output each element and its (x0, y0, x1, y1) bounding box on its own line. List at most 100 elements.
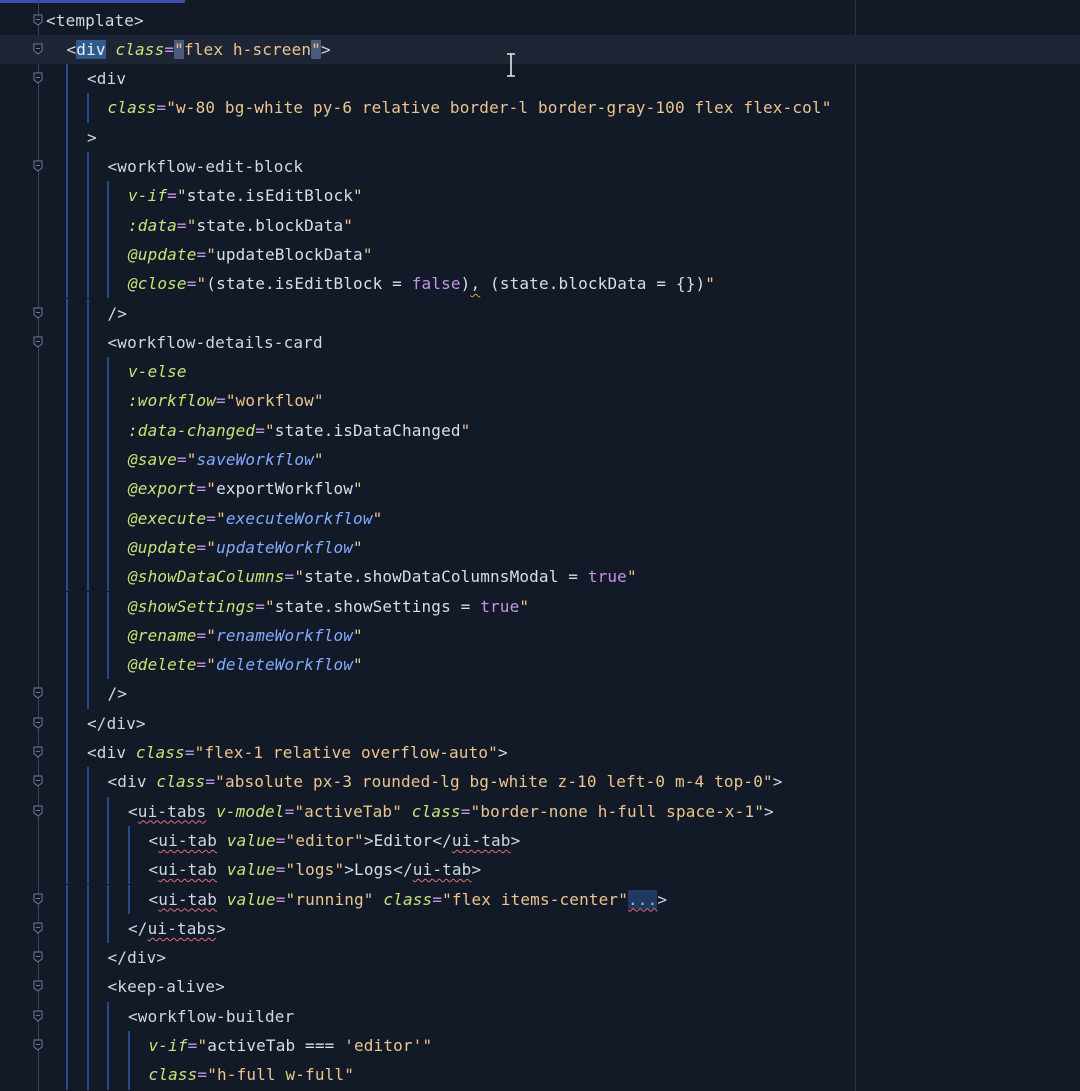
code-token: < (66, 39, 77, 59)
code-token: :data (128, 215, 177, 235)
fold-end-icon[interactable] (32, 951, 44, 963)
code-line[interactable]: @execute="executeWorkflow" (0, 503, 1080, 533)
code-line[interactable]: /> (0, 679, 1080, 709)
code-line[interactable]: @rename="renameWorkflow" (0, 620, 1080, 651)
code-line[interactable]: /> (0, 298, 1080, 328)
code-token: " (353, 655, 363, 675)
code-line[interactable]: class="h-full w-full" (0, 1060, 1080, 1090)
code-line[interactable]: :workflow="workflow" (0, 386, 1080, 416)
code-token: = (255, 596, 265, 616)
code-token: = (186, 274, 197, 294)
code-line[interactable]: </div> (0, 943, 1080, 973)
indent-guide (66, 122, 68, 152)
code-token: value (226, 889, 276, 909)
code-token: ... (628, 889, 658, 909)
code-token: " (197, 1036, 208, 1055)
indent-guide (66, 796, 68, 826)
fold-end-icon[interactable] (32, 14, 44, 26)
code-text: <keep-alive> (108, 972, 225, 1001)
indent-guide (127, 855, 130, 885)
indent-guide (86, 181, 89, 211)
code-line[interactable]: <div class="flex-1 relative overflow-aut… (0, 738, 1080, 768)
code-line[interactable]: v-if="state.isEditBlock" (0, 181, 1080, 211)
code-token: " (215, 772, 225, 792)
code-editor[interactable]: <template> <div class="flex h-screen"> <di… (0, 0, 1080, 1091)
fold-end-icon[interactable] (32, 1039, 44, 1051)
indent-guide (107, 650, 109, 680)
code-token: h-full w-full (217, 1065, 345, 1085)
code-token: = (284, 801, 295, 821)
code-token: activeTab (304, 801, 393, 821)
code-line[interactable]: v-if="activeTab === 'editor'" (0, 1031, 1080, 1061)
code-line[interactable]: <div class="absolute px-3 rounded-lg bg-… (0, 767, 1080, 797)
fold-open-icon[interactable] (32, 805, 44, 817)
code-line[interactable]: @showDataColumns="state.showDataColumnsM… (0, 562, 1080, 592)
code-text: <template> (46, 6, 144, 35)
code-token: " (206, 479, 217, 499)
fold-open-icon[interactable] (32, 1010, 44, 1022)
indent-guide (66, 972, 68, 1002)
code-line[interactable]: @close="(state.isEditBlock = false), (st… (0, 269, 1080, 299)
code-line[interactable]: <keep-alive> (0, 972, 1080, 1002)
code-token: " (206, 625, 217, 645)
code-line[interactable]: <workflow-details-card (0, 327, 1080, 358)
fold-open-icon[interactable] (32, 160, 44, 172)
code-text: v-else (128, 357, 187, 386)
code-token: = (196, 244, 207, 264)
code-token: <workflow-edit-block (107, 157, 304, 176)
code-token: v-if (128, 186, 168, 206)
fold-open-icon[interactable] (32, 336, 44, 348)
code-line[interactable]: <template> (0, 6, 1080, 35)
fold-end-icon[interactable] (32, 922, 44, 934)
fold-end-icon[interactable] (32, 717, 44, 729)
code-line[interactable]: <ui-tab value="logs">Logs</ui-tab> (0, 855, 1080, 885)
code-line[interactable]: </ui-tabs> (0, 913, 1080, 944)
fold-end-icon[interactable] (32, 893, 44, 905)
code-token: " (763, 772, 773, 792)
code-line[interactable]: v-else (0, 357, 1080, 387)
indent-guide (66, 64, 68, 94)
code-token: " (705, 274, 716, 294)
code-token: state.blockData (196, 215, 344, 235)
code-line[interactable]: <ui-tabs v-model="activeTab" class="bord… (0, 796, 1080, 826)
indent-guide (66, 884, 68, 914)
code-token: " (207, 1065, 218, 1085)
code-line[interactable]: <div class="flex h-screen"> (0, 34, 1080, 65)
indent-guide (86, 972, 89, 1002)
indent-guide (66, 532, 68, 563)
code-text: class="h-full w-full" (149, 1060, 355, 1089)
fold-open-icon[interactable] (32, 980, 44, 993)
fold-open-icon[interactable] (32, 746, 44, 758)
code-line[interactable]: @showSettings="state.showSettings = true… (0, 591, 1080, 621)
code-line[interactable]: :data-changed="state.isDataChanged" (0, 415, 1080, 445)
code-line[interactable]: <workflow-builder (0, 1001, 1080, 1031)
code-token: border-none h-full space-x-1 (480, 801, 755, 821)
code-line[interactable]: @update="updateBlockData" (0, 239, 1080, 270)
code-line[interactable]: class="w-80 bg-white py-6 relative borde… (0, 93, 1080, 123)
code-line[interactable]: <div (0, 64, 1080, 94)
indent-guide (66, 269, 68, 299)
code-text: </div> (87, 709, 146, 738)
code-text: @close="(state.isEditBlock = false), (st… (128, 269, 715, 298)
code-token: > (657, 889, 668, 909)
code-line[interactable]: <ui-tab value="running" class="flex item… (0, 884, 1080, 914)
fold-end-icon[interactable] (32, 687, 44, 700)
indent-guide (107, 1031, 109, 1061)
fold-open-icon[interactable] (32, 775, 44, 787)
fold-open-icon[interactable] (32, 72, 44, 84)
code-line[interactable]: <ui-tab value="editor">Editor</ui-tab> (0, 825, 1080, 856)
code-token: = (432, 889, 443, 909)
indent-guide (66, 1001, 68, 1031)
code-line[interactable]: <workflow-edit-block (0, 152, 1080, 182)
code-line[interactable]: @save="saveWorkflow" (0, 445, 1080, 475)
fold-open-icon[interactable] (32, 43, 44, 55)
code-line[interactable]: @delete="deleteWorkflow" (0, 650, 1080, 680)
code-line[interactable]: @export="exportWorkflow" (0, 474, 1080, 504)
code-line[interactable]: @update="updateWorkflow" (0, 532, 1080, 563)
indent-guide (107, 357, 109, 387)
indent-guide (107, 825, 109, 856)
code-line[interactable]: > (0, 122, 1080, 152)
code-line[interactable]: :data="state.blockData" (0, 210, 1080, 240)
fold-end-icon[interactable] (32, 307, 44, 319)
code-line[interactable]: </div> (0, 708, 1080, 738)
